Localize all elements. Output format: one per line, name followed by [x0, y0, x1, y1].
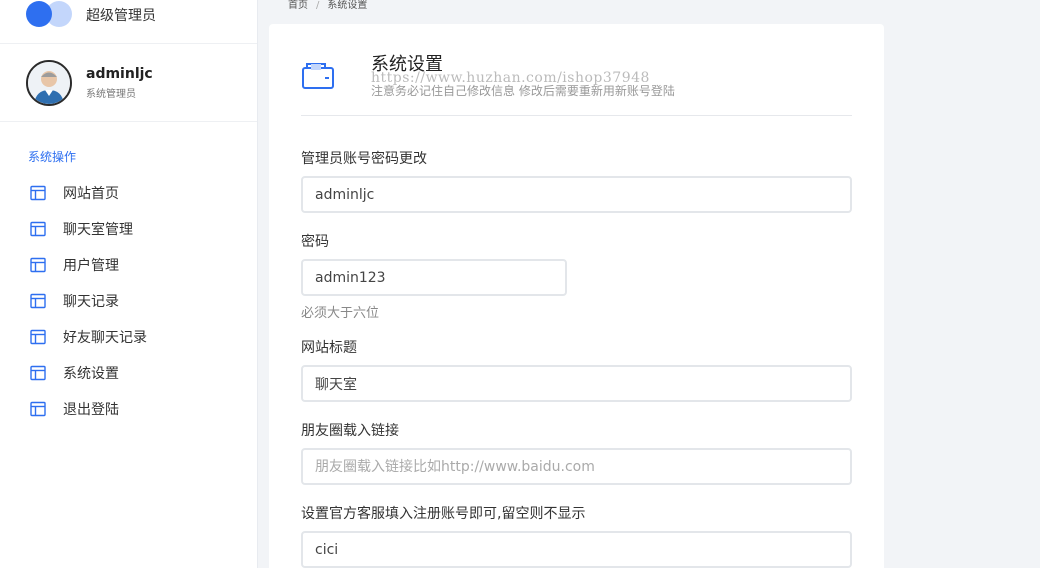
- service-label: 设置官方客服填入注册账号即可,留空则不显示: [301, 506, 586, 522]
- brand: 超级管理员: [0, 0, 257, 44]
- brand-title: 超级管理员: [86, 7, 156, 24]
- sidebar-item-friend-chat-records[interactable]: 好友聊天记录: [0, 319, 257, 355]
- moments-link-label: 朋友圈载入链接: [301, 423, 399, 439]
- profile-role: 系统管理员: [86, 88, 136, 100]
- breadcrumb-current: 系统设置: [327, 0, 368, 11]
- sidebar-item-home[interactable]: 网站首页: [0, 175, 257, 211]
- watermark: https://www.huzhan.com/ishop37948: [371, 70, 650, 86]
- breadcrumb: 首页 / 系统设置: [288, 0, 367, 14]
- layout-icon: [30, 185, 46, 201]
- card-header: 系统设置 注意务必记住自己修改信息 修改后需要重新用新账号登陆 https://…: [301, 48, 852, 116]
- layout-icon: [30, 329, 46, 345]
- layout-icon: [30, 257, 46, 273]
- layout-icon: [30, 221, 46, 237]
- breadcrumb-home[interactable]: 首页: [288, 0, 308, 11]
- sidebar-item-label: 用户管理: [63, 258, 119, 274]
- account-input[interactable]: [301, 176, 852, 213]
- sidebar-item-users[interactable]: 用户管理: [0, 247, 257, 283]
- site-title-input[interactable]: [301, 365, 852, 402]
- sidebar-item-chatroom[interactable]: 聊天室管理: [0, 211, 257, 247]
- password-label: 密码: [301, 234, 329, 250]
- wallet-icon: [302, 63, 334, 89]
- settings-form: 管理员账号密码更改 密码 必须大于六位 网站标题 朋友圈载入链接 设置官方客服填…: [301, 148, 852, 568]
- sidebar: 超级管理员 adminljc 系统管理员 系统操作 网站首页 聊天室管理 用户管…: [0, 0, 258, 568]
- settings-card: 系统设置 注意务必记住自己修改信息 修改后需要重新用新账号登陆 https://…: [269, 24, 884, 568]
- password-hint: 必须大于六位: [301, 306, 380, 321]
- layout-icon: [30, 401, 46, 417]
- sidebar-item-label: 系统设置: [63, 366, 119, 382]
- account-label: 管理员账号密码更改: [301, 151, 427, 167]
- avatar[interactable]: [26, 59, 72, 106]
- sidebar-item-label: 网站首页: [63, 186, 119, 202]
- layout-icon: [30, 293, 46, 309]
- profile-name: adminljc: [86, 65, 153, 82]
- sidebar-nav: 网站首页 聊天室管理 用户管理 聊天记录 好友聊天记录 系统设置 退出登陆: [0, 175, 257, 427]
- layout-icon: [30, 365, 46, 381]
- sidebar-item-settings[interactable]: 系统设置: [0, 355, 257, 391]
- logo-icon: [26, 0, 74, 29]
- moments-link-input[interactable]: [301, 448, 852, 485]
- sidebar-item-label: 聊天室管理: [63, 222, 133, 238]
- sidebar-item-logout[interactable]: 退出登陆: [0, 391, 257, 427]
- breadcrumb-separator: /: [316, 0, 320, 11]
- sidebar-item-label: 聊天记录: [63, 294, 119, 310]
- avatar-icon: [28, 61, 70, 104]
- sidebar-item-chat-records[interactable]: 聊天记录: [0, 283, 257, 319]
- service-input[interactable]: [301, 531, 852, 568]
- nav-section-title: 系统操作: [28, 150, 77, 164]
- sidebar-item-label: 退出登陆: [63, 402, 119, 418]
- sidebar-item-label: 好友聊天记录: [63, 330, 147, 346]
- user-profile[interactable]: adminljc 系统管理员: [0, 44, 257, 122]
- site-title-label: 网站标题: [301, 340, 357, 356]
- password-input[interactable]: [301, 259, 567, 296]
